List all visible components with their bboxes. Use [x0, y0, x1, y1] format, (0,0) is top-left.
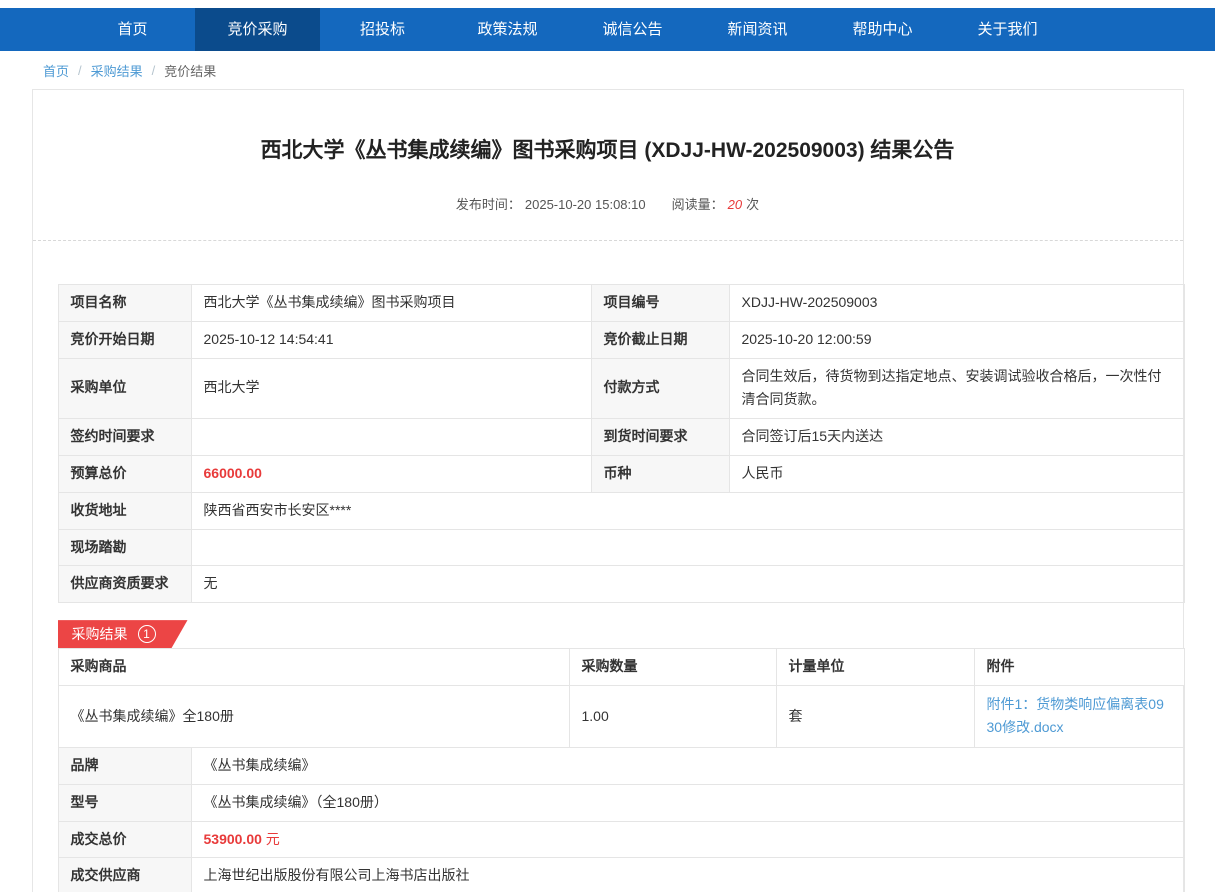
field-label: 现场踏勘	[58, 529, 191, 566]
result-details-table: 品牌 《丛书集成续编》 型号 《丛书集成续编》（全180册） 成交总价 5390…	[58, 747, 1185, 892]
table-row: 现场踏勘	[58, 529, 1184, 566]
table-row: 收货地址 陕西省西安市长安区****	[58, 492, 1184, 529]
field-label: 币种	[591, 455, 729, 492]
breadcrumb-separator: /	[78, 63, 82, 78]
field-label: 竞价截止日期	[591, 321, 729, 358]
column-header-quantity: 采购数量	[569, 649, 776, 686]
field-value: 陕西省西安市长安区****	[191, 492, 1184, 529]
publish-time-label: 发布时间：	[456, 197, 521, 212]
views-label: 阅读量：	[672, 197, 724, 212]
field-label: 采购单位	[58, 358, 191, 419]
product-name: 《丛书集成续编》全180册	[58, 685, 569, 747]
field-label: 供应商资质要求	[58, 566, 191, 603]
breadcrumb-home-link[interactable]: 首页	[43, 61, 69, 80]
budget-total-value: 66000.00	[191, 455, 591, 492]
field-value	[191, 529, 1184, 566]
nav-item-about-us[interactable]: 关于我们	[945, 8, 1070, 51]
table-header-row: 采购商品 采购数量 计量单位 附件	[58, 649, 1184, 686]
page-title: 西北大学《丛书集成续编》图书采购项目 (XDJJ-HW-202509003) 结…	[33, 134, 1183, 164]
nav-item-news[interactable]: 新闻资讯	[695, 8, 820, 51]
field-label: 签约时间要求	[58, 419, 191, 456]
field-label: 成交供应商	[58, 858, 191, 892]
product-quantity: 1.00	[569, 685, 776, 747]
field-label: 竞价开始日期	[58, 321, 191, 358]
product-unit: 套	[776, 685, 974, 747]
table-row: 预算总价 66000.00 币种 人民币	[58, 455, 1184, 492]
field-label: 项目名称	[58, 285, 191, 322]
field-value	[191, 419, 591, 456]
table-row: 签约时间要求 到货时间要求 合同签订后15天内送达	[58, 419, 1184, 456]
purchase-result-badge: 采购结果 1	[58, 620, 188, 648]
table-row: 采购单位 西北大学 付款方式 合同生效后，待货物到达指定地点、安装调试验收合格后…	[58, 358, 1184, 419]
field-value: 无	[191, 566, 1184, 603]
table-row: 成交供应商 上海世纪出版股份有限公司上海书店出版社	[58, 858, 1184, 892]
field-value: 《丛书集成续编》	[191, 747, 1184, 784]
nav-item-home[interactable]: 首页	[70, 8, 195, 51]
field-label: 型号	[58, 784, 191, 821]
deal-total-price: 53900.00 元	[191, 821, 1184, 858]
nav-item-tender[interactable]: 招投标	[320, 8, 445, 51]
field-label: 收货地址	[58, 492, 191, 529]
breadcrumb: 首页 / 采购结果 / 竞价结果	[0, 51, 1215, 89]
views-unit: 次	[746, 197, 759, 212]
field-value: 上海世纪出版股份有限公司上海书店出版社	[191, 858, 1184, 892]
breadcrumb-purchase-results-link[interactable]: 采购结果	[91, 61, 143, 80]
column-header-attachment: 附件	[974, 649, 1184, 686]
column-header-product: 采购商品	[58, 649, 569, 686]
field-label: 成交总价	[58, 821, 191, 858]
dashed-divider	[33, 240, 1183, 241]
field-value: 西北大学	[191, 358, 591, 419]
field-value: 《丛书集成续编》（全180册）	[191, 784, 1184, 821]
table-row: 竞价开始日期 2025-10-12 14:54:41 竞价截止日期 2025-1…	[58, 321, 1184, 358]
top-nav: 首页 竞价采购 招投标 政策法规 诚信公告 新闻资讯 帮助中心 关于我们	[0, 8, 1215, 51]
project-info-table: 项目名称 西北大学《丛书集成续编》图书采购项目 项目编号 XDJJ-HW-202…	[58, 284, 1185, 603]
badge-count: 1	[138, 625, 156, 643]
table-row: 品牌 《丛书集成续编》	[58, 747, 1184, 784]
field-label: 到货时间要求	[591, 419, 729, 456]
attachment-cell: 附件1：货物类响应偏离表0930修改.docx	[974, 685, 1184, 747]
nav-item-integrity-notice[interactable]: 诚信公告	[570, 8, 695, 51]
table-row: 型号 《丛书集成续编》（全180册）	[58, 784, 1184, 821]
column-header-unit: 计量单位	[776, 649, 974, 686]
field-value: 合同签订后15天内送达	[729, 419, 1184, 456]
nav-item-policies[interactable]: 政策法规	[445, 8, 570, 51]
breadcrumb-current: 竞价结果	[164, 61, 216, 80]
nav-item-bidding-purchase[interactable]: 竞价采购	[195, 8, 320, 51]
field-value: 2025-10-20 12:00:59	[729, 321, 1184, 358]
breadcrumb-separator: /	[152, 63, 156, 78]
field-label: 预算总价	[58, 455, 191, 492]
publish-info: 发布时间： 2025-10-20 15:08:10 阅读量： 20 次	[33, 194, 1183, 213]
views-count: 20	[728, 197, 742, 212]
field-label: 品牌	[58, 747, 191, 784]
field-value: 西北大学《丛书集成续编》图书采购项目	[191, 285, 591, 322]
field-label: 付款方式	[591, 358, 729, 419]
result-items-table: 采购商品 采购数量 计量单位 附件 《丛书集成续编》全180册 1.00 套 附…	[58, 648, 1185, 748]
table-row: 成交总价 53900.00 元	[58, 821, 1184, 858]
field-value: 合同生效后，待货物到达指定地点、安装调试验收合格后，一次性付清合同货款。	[729, 358, 1184, 419]
content-card: 西北大学《丛书集成续编》图书采购项目 (XDJJ-HW-202509003) 结…	[32, 89, 1184, 892]
attachment-link[interactable]: 附件1：货物类响应偏离表0930修改.docx	[987, 693, 1172, 741]
field-value: XDJJ-HW-202509003	[729, 285, 1184, 322]
field-label: 项目编号	[591, 285, 729, 322]
field-value: 人民币	[729, 455, 1184, 492]
table-row: 《丛书集成续编》全180册 1.00 套 附件1：货物类响应偏离表0930修改.…	[58, 685, 1184, 747]
field-value: 2025-10-12 14:54:41	[191, 321, 591, 358]
badge-label: 采购结果	[72, 624, 128, 644]
publish-time-value: 2025-10-20 15:08:10	[525, 197, 646, 212]
table-row: 项目名称 西北大学《丛书集成续编》图书采购项目 项目编号 XDJJ-HW-202…	[58, 285, 1184, 322]
nav-item-help-center[interactable]: 帮助中心	[820, 8, 945, 51]
result-section-header: 采购结果 1	[58, 620, 1183, 648]
table-row: 供应商资质要求 无	[58, 566, 1184, 603]
